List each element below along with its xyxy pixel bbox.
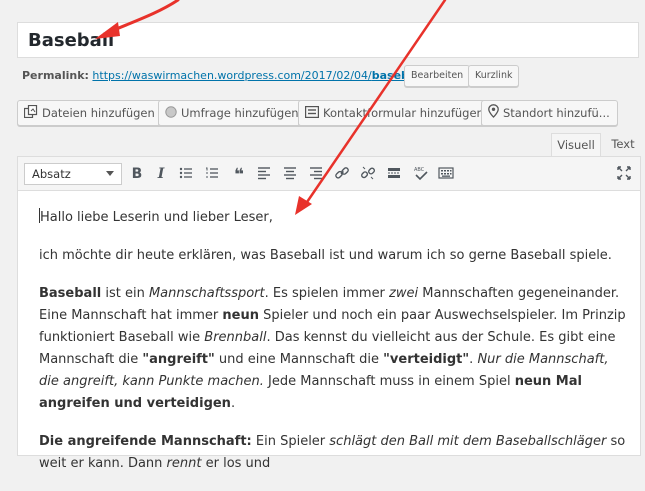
spellcheck-icon[interactable]: ABC xyxy=(412,165,430,183)
editor-content[interactable]: Hallo liebe Leserin und lieber Leser, ic… xyxy=(39,207,629,491)
editor-toolbar: Absatz B I ❝ ABC xyxy=(18,157,640,191)
permalink-link[interactable]: https://waswirmachen.wordpress.com/2017/… xyxy=(92,69,427,82)
permalink-label: Permalink: xyxy=(22,69,89,82)
chevron-down-icon xyxy=(106,171,114,176)
format-select-value: Absatz xyxy=(32,167,71,181)
paragraph-intro: ich möchte dir heute erklären, was Baseb… xyxy=(39,248,612,263)
bold-button[interactable]: B xyxy=(128,165,146,183)
insert-link-icon[interactable] xyxy=(334,165,352,183)
post-title-input[interactable]: Baseball xyxy=(17,22,639,58)
italic-button[interactable]: I xyxy=(152,165,170,183)
blockquote-icon[interactable]: ❝ xyxy=(230,165,248,185)
svg-text:ABC: ABC xyxy=(414,167,425,173)
align-left-icon[interactable] xyxy=(256,165,274,183)
add-media-label: Dateien hinzufügen xyxy=(42,106,155,120)
fullscreen-icon[interactable] xyxy=(616,165,634,183)
read-more-icon[interactable] xyxy=(386,165,404,183)
permalink-row: Permalink: https://waswirmachen.wordpres… xyxy=(22,67,428,85)
numbered-list-icon[interactable] xyxy=(204,165,222,183)
editor-area[interactable]: Absatz B I ❝ ABC Hallo liebe Leserin und… xyxy=(17,156,641,471)
align-center-icon[interactable] xyxy=(282,165,300,183)
paragraph-attacking-team: Die angreifende Mannschaft: Ein Spieler … xyxy=(39,434,626,471)
add-contact-form-button[interactable]: Kontaktformular hinzufügen xyxy=(298,100,492,126)
keyboard-icon[interactable] xyxy=(438,165,456,183)
add-contact-form-label: Kontaktformular hinzufügen xyxy=(323,106,484,120)
format-select[interactable]: Absatz xyxy=(24,163,122,185)
paragraph-baseball: Baseball ist ein Mannschaftssport. Es sp… xyxy=(39,286,626,411)
permalink-base: https://waswirmachen.wordpress.com/2017/… xyxy=(92,69,372,82)
location-icon xyxy=(488,102,499,126)
tab-text[interactable]: Text xyxy=(604,133,642,157)
align-right-icon[interactable] xyxy=(308,165,326,183)
add-poll-button[interactable]: Umfrage hinzufügen xyxy=(158,100,307,126)
shortlink-button[interactable]: Kurzlink xyxy=(468,65,520,87)
add-location-label: Standort hinzufü... xyxy=(503,106,610,120)
edit-permalink-button[interactable]: Bearbeiten xyxy=(404,65,471,87)
unlink-icon[interactable] xyxy=(360,165,378,183)
add-media-button[interactable]: Dateien hinzufügen xyxy=(17,100,163,126)
bullet-list-icon[interactable] xyxy=(178,165,196,183)
paragraph-greeting: Hallo liebe Leserin und lieber Leser, xyxy=(39,208,273,225)
add-poll-label: Umfrage hinzufügen xyxy=(181,106,299,120)
add-location-button[interactable]: Standort hinzufü... xyxy=(481,100,618,126)
form-icon xyxy=(305,102,320,126)
poll-icon xyxy=(165,102,177,126)
tab-visual[interactable]: Visuell xyxy=(551,133,601,157)
media-icon xyxy=(23,102,38,126)
